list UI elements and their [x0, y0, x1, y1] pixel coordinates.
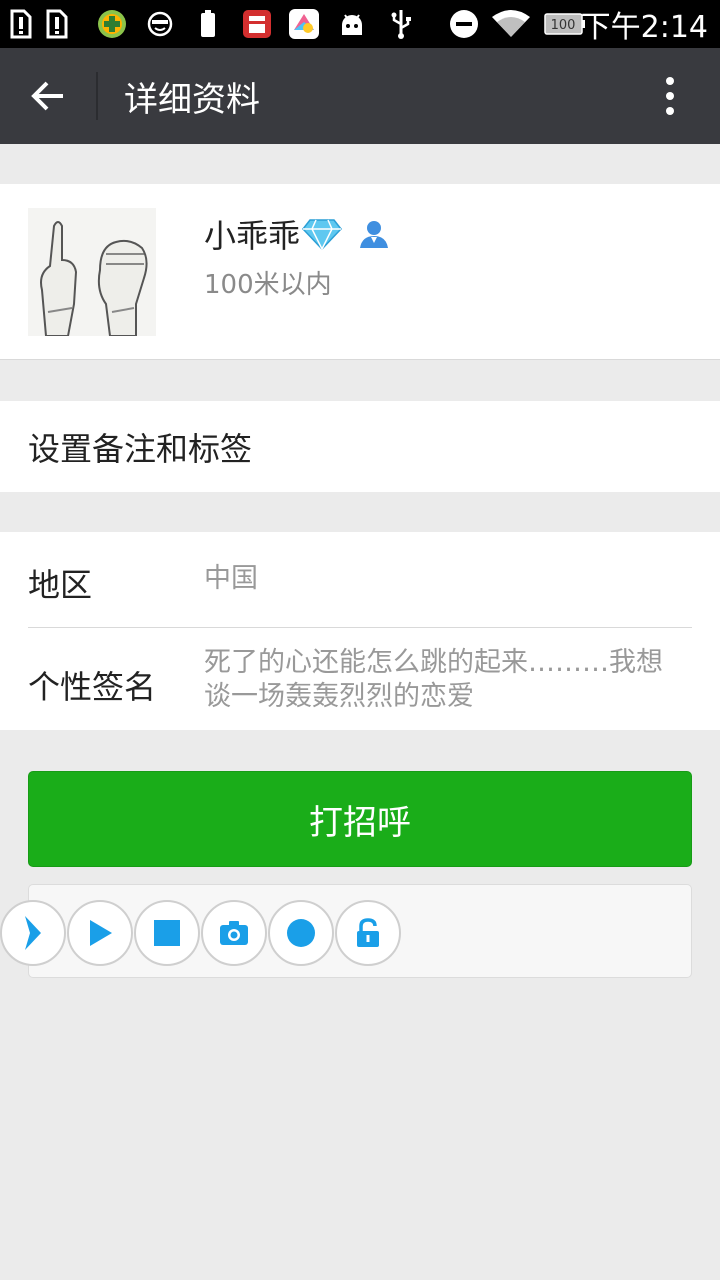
diamond-icon [302, 217, 343, 251]
usb-icon [388, 0, 414, 48]
plus-app-icon [96, 0, 128, 48]
page-title: 详细资料 [124, 79, 260, 120]
do-not-disturb-icon [448, 0, 480, 48]
title-divider [96, 72, 98, 120]
clock: 下午2:14 [580, 10, 708, 45]
unlock-icon[interactable] [335, 900, 401, 966]
signature-row: 个性签名 死了的心还能怎么跳的起来………我想谈一场轰轰烈烈的恋爱 [0, 628, 720, 730]
avatar[interactable] [28, 208, 156, 337]
greet-button[interactable]: 打招呼 [28, 771, 692, 867]
profile-card: 小乖乖 100米以内 [0, 184, 720, 360]
profile-name: 小乖乖 [204, 217, 301, 255]
chevron-right-icon[interactable] [0, 900, 66, 966]
wifi-icon [490, 0, 532, 48]
sim-card-icon [8, 0, 34, 48]
title-bar: 详细资料 [0, 48, 720, 144]
person-icon [358, 219, 390, 249]
more-button[interactable] [642, 66, 698, 126]
signature-label: 个性签名 [28, 668, 157, 706]
news-app-icon [240, 0, 274, 48]
signature-value: 死了的心还能怎么跳的起来………我想谈一场轰轰烈烈的恋爱 [204, 647, 663, 712]
name-row: 小乖乖 [204, 212, 390, 256]
android-icon [338, 0, 366, 48]
back-button[interactable] [16, 66, 80, 126]
colorful-app-icon [286, 0, 322, 48]
region-value: 中国 [204, 563, 258, 594]
battery-level-text: 100 [551, 18, 576, 33]
set-remark-and-tag-row[interactable]: 设置备注和标签 [0, 401, 720, 492]
floating-toolbar [0, 900, 410, 968]
more-vertical-icon [666, 77, 674, 115]
info-section: 地区 中国 个性签名 死了的心还能怎么跳的起来………我想谈一场轰轰烈烈的恋爱 [0, 532, 720, 730]
distance-text: 100米以内 [204, 269, 332, 300]
sim-card-icon [44, 0, 70, 48]
remark-label: 设置备注和标签 [28, 429, 253, 468]
battery-small-icon [198, 0, 218, 48]
arrow-left-icon [31, 81, 63, 111]
region-row: 地区 中国 [0, 532, 720, 628]
status-bar: 100 下午2:14 [0, 0, 720, 48]
stop-icon[interactable] [134, 900, 200, 966]
face-app-icon [146, 0, 174, 48]
play-icon[interactable] [67, 900, 133, 966]
record-icon[interactable] [268, 900, 334, 966]
camera-icon[interactable] [201, 900, 267, 966]
region-label: 地区 [28, 566, 93, 604]
